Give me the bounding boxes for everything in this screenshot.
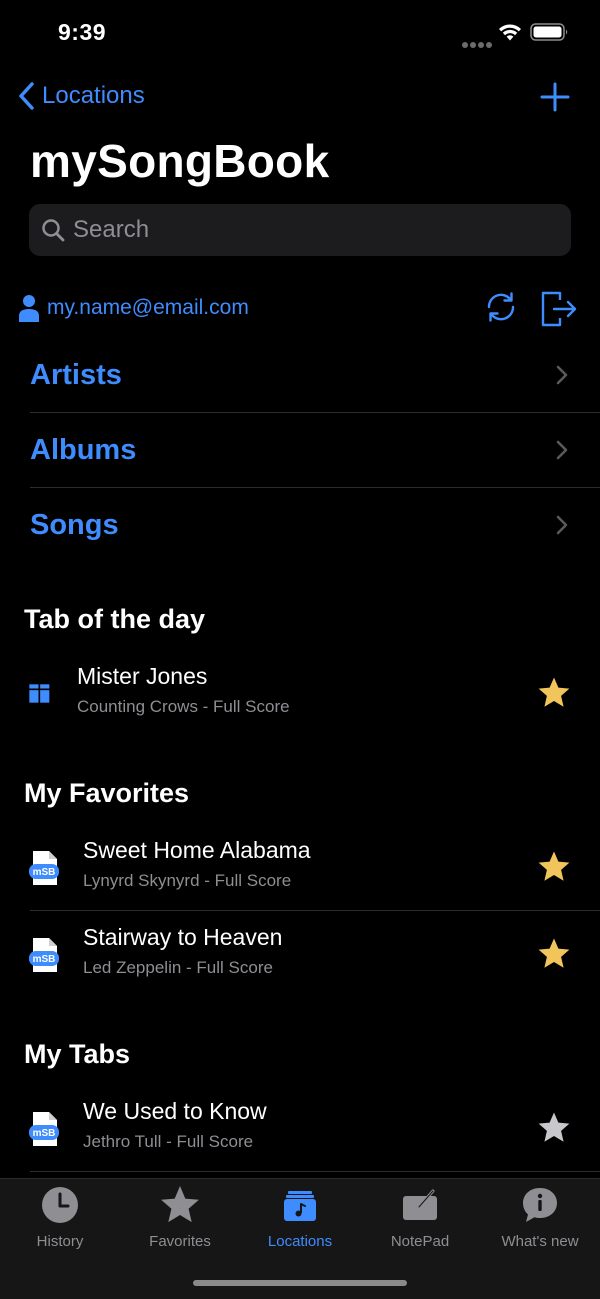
browse-item-albums[interactable]: Albums: [30, 413, 600, 488]
star-filled-icon[interactable]: [537, 850, 571, 884]
song-subtitle: Lynyrd Skynyrd - Full Score: [83, 871, 292, 890]
signal-icon: [462, 35, 494, 53]
chevron-left-icon: [19, 82, 34, 110]
song-title: Mister Jones: [77, 663, 208, 689]
tab-label: History: [36, 1233, 84, 1250]
account-user[interactable]: my.name@email.com: [18, 293, 249, 323]
my-tab-row[interactable]: mSB We Used to Know Jethro Tull - Full S…: [0, 1086, 600, 1172]
song-title: Stairway to Heaven: [83, 924, 283, 950]
tab-of-the-day-row[interactable]: Mister Jones Counting Crows - Full Score: [0, 651, 600, 737]
logout-icon[interactable]: [540, 290, 578, 328]
svg-text:mSB: mSB: [33, 1128, 56, 1139]
search-input[interactable]: [73, 216, 533, 244]
song-title: We Used to Know: [83, 1098, 267, 1124]
account-row: my.name@email.com: [18, 290, 582, 330]
battery-icon: [530, 23, 568, 41]
song-title: Sweet Home Alabama: [83, 837, 311, 863]
chevron-right-icon: [556, 515, 568, 535]
notepad-icon: [403, 1189, 437, 1220]
refresh-icon[interactable]: [484, 290, 518, 324]
tab-label: What's new: [501, 1233, 579, 1250]
star-icon: [161, 1186, 199, 1223]
tab-whats-new[interactable]: What's new: [480, 1185, 600, 1251]
section-title-my-tabs: My Tabs: [24, 1039, 131, 1069]
song-subtitle: Led Zeppelin - Full Score: [83, 958, 273, 977]
favorite-row[interactable]: mSB Stairway to Heaven Led Zeppelin - Fu…: [0, 912, 600, 998]
chevron-right-icon: [556, 365, 568, 385]
msb-file-icon: mSB: [29, 938, 59, 972]
home-indicator: [193, 1280, 407, 1286]
page-title: mySongBook: [30, 135, 330, 187]
clock-icon: [42, 1187, 78, 1223]
tab-label: Locations: [267, 1233, 333, 1250]
browse-item-label: Songs: [30, 509, 119, 541]
star-empty-icon[interactable]: [537, 1111, 571, 1145]
search-bar[interactable]: [29, 204, 571, 256]
browse-item-label: Albums: [30, 433, 137, 466]
browse-item-artists[interactable]: Artists: [30, 338, 600, 413]
svg-text:mSB: mSB: [33, 867, 56, 878]
person-icon: [19, 295, 39, 322]
account-email: my.name@email.com: [47, 296, 249, 319]
back-button[interactable]: Locations: [16, 78, 145, 114]
tab-label: NotePad: [390, 1233, 450, 1250]
tab-label: Favorites: [149, 1233, 211, 1250]
favorite-row[interactable]: mSB Sweet Home Alabama Lynyrd Skynyrd - …: [0, 825, 600, 911]
svg-text:mSB: mSB: [33, 954, 56, 965]
chevron-right-icon: [556, 440, 568, 460]
tab-locations[interactable]: Locations: [240, 1185, 360, 1251]
row-divider: [30, 1171, 600, 1172]
tab-notepad[interactable]: NotePad: [360, 1185, 480, 1251]
info-bubble-icon: [523, 1188, 557, 1222]
tab-favorites[interactable]: Favorites: [120, 1185, 240, 1251]
tab-history[interactable]: History: [0, 1185, 120, 1251]
status-bar: 9:39: [0, 0, 600, 66]
song-subtitle: Jethro Tull - Full Score: [83, 1132, 254, 1151]
add-icon[interactable]: [538, 80, 572, 114]
wifi-icon: [499, 24, 521, 41]
browse-item-songs[interactable]: Songs: [30, 488, 600, 563]
msb-file-icon: mSB: [29, 851, 59, 885]
gift-icon: [29, 684, 50, 703]
star-filled-icon[interactable]: [537, 676, 571, 710]
section-title-favorites: My Favorites: [24, 778, 190, 808]
star-filled-icon[interactable]: [537, 937, 571, 971]
msb-file-icon: mSB: [29, 1112, 59, 1146]
status-time: 9:39: [58, 19, 107, 45]
section-title-tab-of-the-day: Tab of the day: [24, 604, 206, 634]
song-subtitle: Counting Crows - Full Score: [77, 697, 290, 716]
row-divider: [30, 910, 600, 911]
browse-item-label: Artists: [30, 358, 122, 391]
music-folder-icon: [284, 1191, 316, 1221]
search-icon: [42, 219, 65, 242]
back-button-label: Locations: [42, 82, 145, 109]
browse-list: Artists Albums Songs: [30, 338, 600, 563]
